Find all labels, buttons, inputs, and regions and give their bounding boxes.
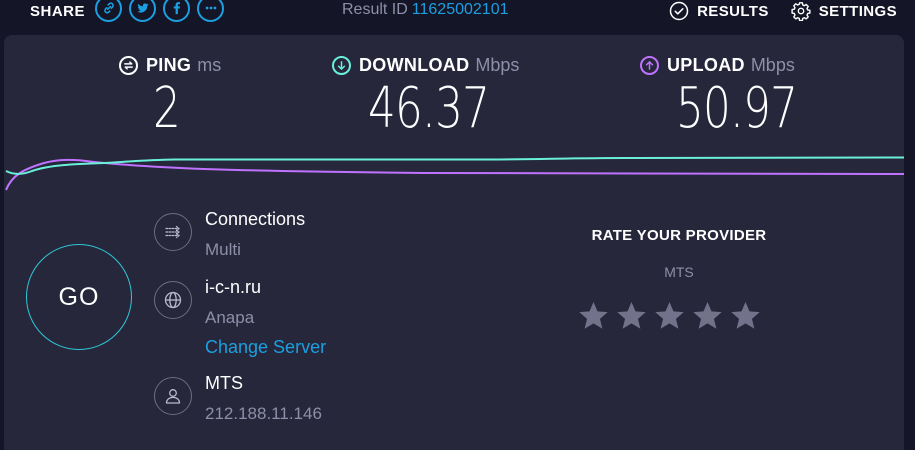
share-bar: SHARE [30,0,231,22]
upload-value: 50.97 [676,76,798,141]
twitter-icon[interactable] [129,0,157,22]
rate-title: RATE YOUR PROVIDER [591,227,767,244]
top-nav: RESULTS SETTINGS [647,0,897,22]
results-panel: PING ms 2 DOWNLOAD Mbps 46.37 UPLOAD Mbp… [4,35,904,450]
result-id-value[interactable]: 11625002101 [412,1,509,18]
top-bar: SHARE Result ID 11625002101 RESULTS SETT… [0,0,915,26]
ping-value: 2 [153,76,181,141]
ping-icon [119,55,138,75]
ping-title: PING [146,54,192,75]
speed-graph [5,156,904,191]
isp-ip: 212.188.11.146 [205,404,322,423]
star-icon[interactable] [692,300,723,331]
upload-unit: Mbps [750,54,795,75]
facebook-icon[interactable] [163,0,191,22]
star-icon[interactable] [578,300,609,331]
connections-icon [154,213,192,251]
download-value: 46.37 [368,76,490,141]
settings-button[interactable]: SETTINGS [791,1,897,21]
upload-title: UPLOAD [667,54,745,75]
download-title: DOWNLOAD [359,54,470,75]
rate-provider-name: MTS [664,264,694,280]
upload-speed-line [5,158,904,191]
upload-arrow-icon [640,55,659,75]
star-icon[interactable] [654,300,685,331]
download-metric: DOWNLOAD Mbps 46.37 [332,53,523,141]
ping-unit: ms [197,54,222,75]
rate-provider: RATE YOUR PROVIDER MTS [564,227,794,331]
connections-title: Connections [205,209,306,229]
connections-value[interactable]: Multi [205,238,305,262]
result-id-label: Result ID [342,1,408,18]
results-button[interactable]: RESULTS [669,1,769,21]
ping-metric: PING ms 2 [119,53,221,141]
user-icon [154,377,192,415]
globe-icon [154,281,192,319]
isp-name: MTS [205,373,243,393]
star-rating [544,300,794,331]
star-icon[interactable] [730,300,761,331]
upload-metric: UPLOAD Mbps 50.97 [640,53,831,141]
star-icon[interactable] [616,300,647,331]
results-label: RESULTS [697,2,769,20]
download-arrow-icon [332,55,351,75]
go-button[interactable]: GO [26,244,132,350]
gear-icon [791,2,811,21]
share-label: SHARE [30,2,86,20]
more-options-icon[interactable] [197,0,225,22]
server-name: i-c-n.ru [205,277,262,297]
settings-label: SETTINGS [818,2,897,20]
download-unit: Mbps [475,54,520,75]
check-circle-icon [669,1,689,21]
link-icon[interactable] [95,0,123,22]
change-server-link[interactable]: Change Server [205,335,326,359]
server-location: Anapa [205,308,255,327]
result-id: Result ID 11625002101 [342,1,509,19]
